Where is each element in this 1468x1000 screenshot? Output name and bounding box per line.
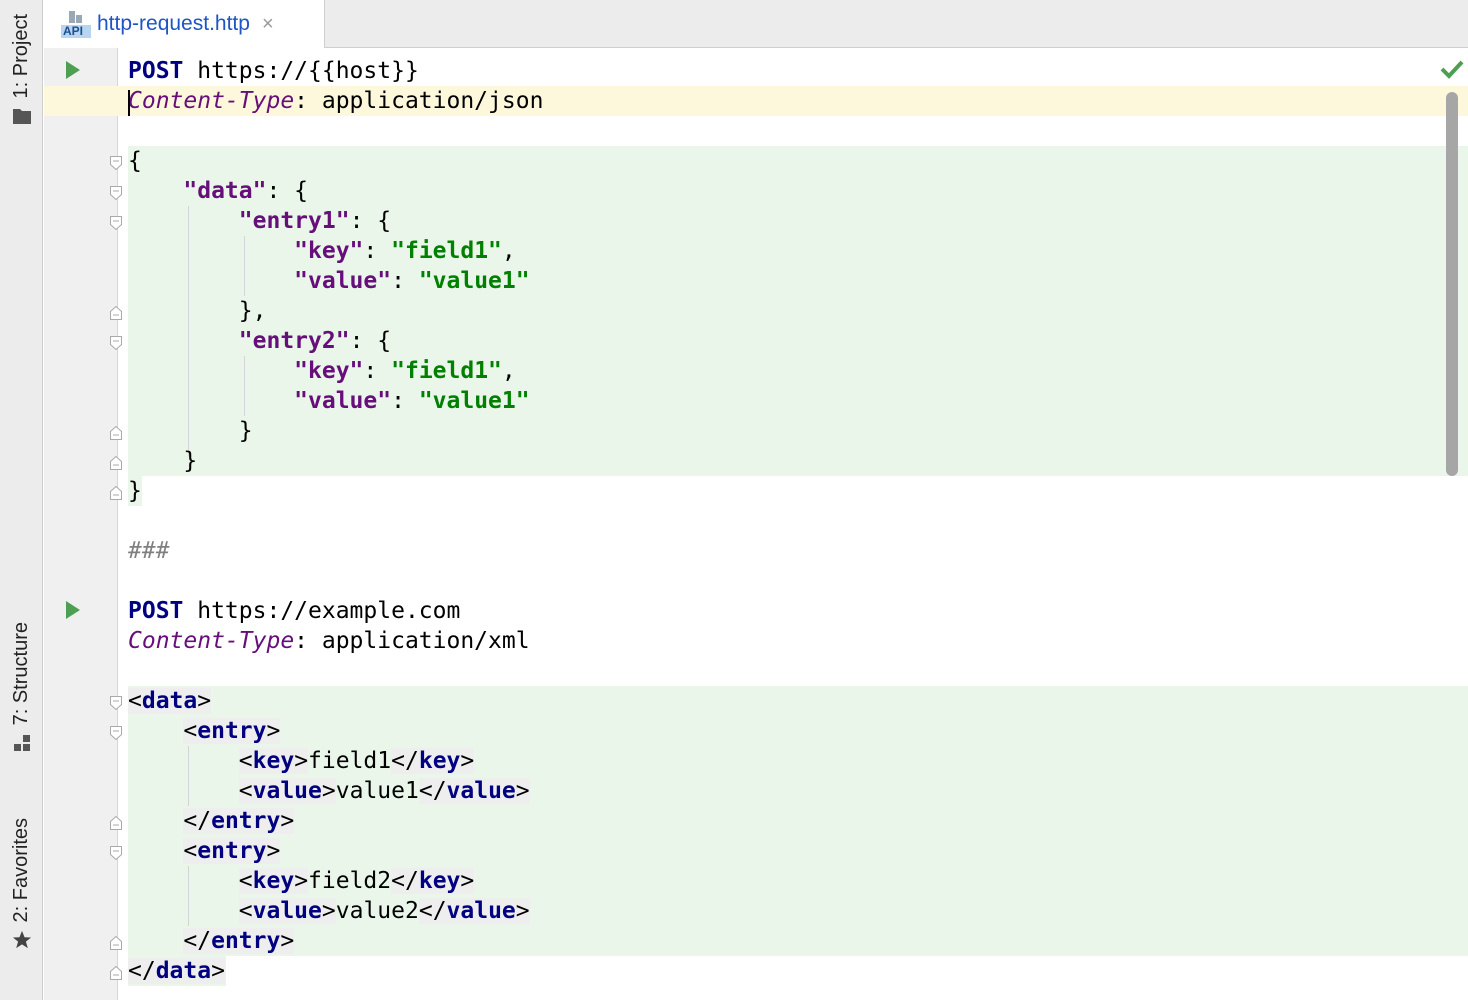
star-icon — [12, 930, 32, 950]
inspection-ok-icon[interactable] — [1440, 58, 1464, 80]
code-line-25: <value>value1</value> — [238, 778, 530, 804]
code-line-20: Content-Type: application/xml — [128, 628, 530, 654]
code-line-14: } — [183, 448, 198, 474]
code-line-11: "key": "field1", — [294, 358, 516, 384]
code-line-5: "data": { — [183, 178, 309, 204]
project-tab-label: 1: Project — [10, 14, 32, 99]
close-icon[interactable]: × — [262, 13, 274, 36]
code-line-31: </data> — [128, 958, 225, 984]
code-line-4: { — [128, 148, 142, 174]
text-caret — [128, 90, 130, 116]
tab-filename: http-request.http — [97, 12, 250, 35]
code-line-24: <key>field1</key> — [238, 748, 475, 774]
project-tool-tab[interactable]: 1: Project — [0, 14, 43, 126]
run-request-2-icon[interactable] — [66, 601, 80, 619]
code-line-30: </entry> — [183, 928, 295, 954]
code-line-29: <value>value2</value> — [238, 898, 530, 924]
code-line-1: POST https://{{host}} — [128, 58, 419, 84]
api-icon-text: API — [63, 24, 84, 38]
code-line-6: "entry1": { — [238, 208, 392, 234]
tool-window-strip: 1: Project 7: Structure 2: Favorites — [0, 0, 43, 1000]
code-line-28: <key>field2</key> — [238, 868, 475, 894]
code-line-2: Content-Type: application/json — [128, 88, 544, 114]
code-line-17: ### — [128, 538, 170, 564]
vertical-scrollbar[interactable] — [1446, 92, 1458, 476]
code-editor[interactable]: POST https://{{host}} Content-Type: appl… — [118, 48, 1468, 1000]
code-line-12: "value": "value1" — [294, 388, 530, 414]
structure-icon — [12, 733, 32, 753]
code-line-27: <entry> — [183, 838, 281, 864]
http-file-icon: API — [61, 9, 93, 39]
folder-icon — [12, 106, 32, 126]
run-request-1-icon[interactable] — [66, 61, 80, 79]
code-line-26: </entry> — [183, 808, 295, 834]
code-line-8: "value": "value1" — [294, 268, 530, 294]
tab-http-request[interactable]: API http-request.http × — [43, 0, 325, 48]
code-line-13: } — [238, 418, 253, 444]
code-line-9: }, — [238, 298, 267, 324]
structure-tab-label: 7: Structure — [10, 622, 32, 726]
favorites-tool-tab[interactable]: 2: Favorites — [0, 818, 43, 950]
code-line-15: } — [128, 478, 142, 504]
code-line-22: <data> — [128, 688, 212, 714]
code-line-7: "key": "field1", — [294, 238, 516, 264]
code-line-19: POST https://example.com — [128, 598, 461, 624]
code-line-10: "entry2": { — [238, 328, 392, 354]
structure-tool-tab[interactable]: 7: Structure — [0, 622, 43, 753]
editor-gutter — [44, 48, 117, 1000]
favorites-tab-label: 2: Favorites — [10, 818, 32, 923]
editor-tab-bar: API http-request.http × — [43, 0, 1468, 48]
code-line-23: <entry> — [183, 718, 281, 744]
